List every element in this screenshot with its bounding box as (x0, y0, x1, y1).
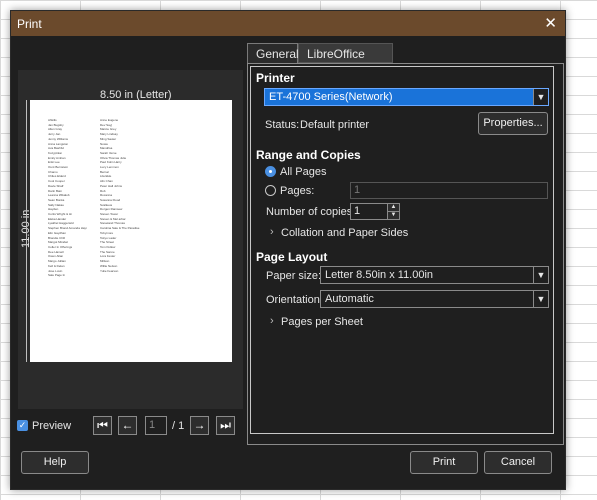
pages-radio[interactable] (265, 185, 276, 196)
first-page-icon[interactable]: ⏮ (93, 416, 112, 435)
paper-size-label: Paper size: (266, 270, 322, 282)
printer-section-title: Printer (256, 71, 295, 85)
page-height-dimension-line (26, 100, 27, 362)
cancel-button[interactable]: Cancel (484, 451, 552, 474)
page-total: / 1 (172, 420, 185, 432)
page-number-input[interactable]: 1 (145, 416, 167, 435)
printer-select[interactable]: ET-4700 Series(Network) ▼ (264, 88, 549, 106)
chevron-right-icon[interactable]: › (270, 226, 274, 238)
chevron-right-icon[interactable]: › (270, 315, 274, 327)
next-page-icon[interactable]: → (190, 416, 209, 435)
copies-input[interactable]: 1 (350, 203, 388, 220)
paper-size-value: Letter 8.50in x 11.00in (325, 269, 434, 281)
copies-decrement[interactable]: ▼ (387, 211, 400, 220)
previous-page-icon[interactable]: ← (118, 416, 137, 435)
dialog-title: Print (17, 17, 42, 31)
status-value: Default printer (300, 119, 370, 131)
pages-per-sheet-expander[interactable]: Pages per Sheet (281, 316, 363, 328)
orientation-value: Automatic (325, 293, 374, 305)
preview-checkbox-label: Preview (32, 420, 72, 432)
pages-label: Pages: (280, 185, 315, 197)
pages-input[interactable]: 1 (350, 182, 548, 199)
collation-expander[interactable]: Collation and Paper Sides (281, 227, 408, 239)
title-bar: Print ✕ (11, 11, 565, 36)
page-preview: Ahkilis Jan Bugsby Allen Gray Jerry Jan Jen… (30, 100, 232, 362)
copies-label: Number of copies: (266, 206, 356, 218)
all-pages-label: All Pages (280, 166, 327, 178)
printer-select-value: ET-4700 Series(Network) (269, 91, 393, 103)
close-icon[interactable]: ✕ (544, 14, 557, 32)
tab-general[interactable]: General (247, 43, 299, 63)
properties-button[interactable]: Properties... (478, 112, 548, 135)
layout-section-title: Page Layout (256, 250, 328, 264)
chevron-down-icon: ▼ (533, 291, 548, 307)
print-button[interactable]: Print (410, 451, 478, 474)
help-button[interactable]: Help (21, 451, 89, 474)
chevron-down-icon: ▼ (533, 89, 548, 105)
chevron-down-icon: ▼ (533, 267, 548, 283)
last-page-icon[interactable]: ⏭ (216, 416, 235, 435)
orientation-select[interactable]: Automatic ▼ (320, 290, 549, 308)
status-label: Status: (265, 119, 300, 131)
preview-checkbox[interactable]: ✓ (17, 420, 28, 431)
paper-size-select[interactable]: Letter 8.50in x 11.00in ▼ (320, 266, 549, 284)
range-section-title: Range and Copies (256, 148, 361, 162)
all-pages-radio[interactable] (265, 166, 276, 177)
orientation-label: Orientation: (266, 294, 323, 306)
tab-libreoffice-calc[interactable]: LibreOffice Calc (298, 43, 393, 81)
